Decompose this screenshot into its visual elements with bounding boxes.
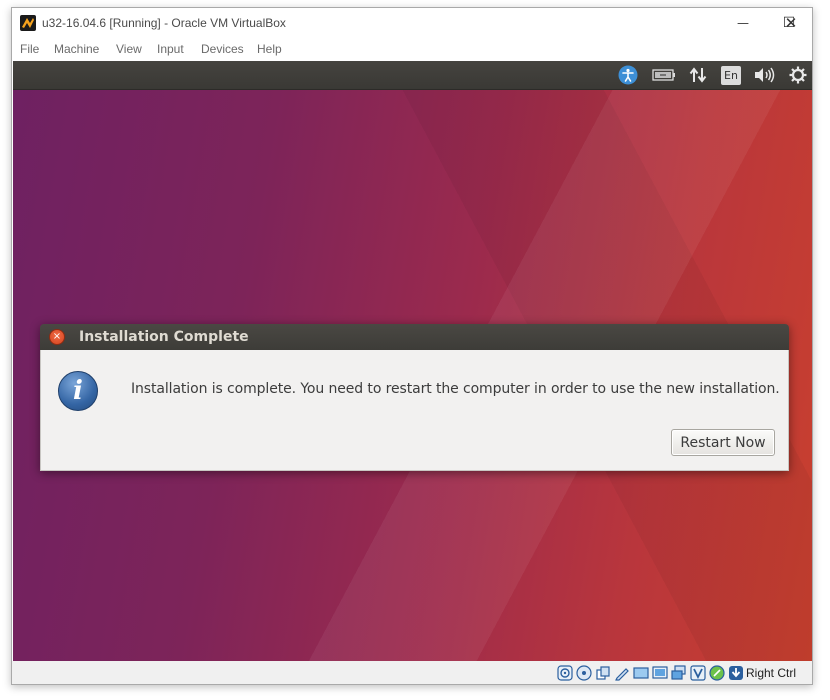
menu-bar: File Machine View Input Devices Help	[12, 39, 812, 61]
menu-input[interactable]: Input	[157, 42, 184, 56]
network-adapter-icon[interactable]	[671, 665, 687, 681]
close-button[interactable]: ✕	[768, 8, 812, 38]
guest-display[interactable]: En × Installation Complete i Installatio…	[13, 61, 812, 661]
dialog-message: Installation is complete. You need to re…	[131, 381, 780, 397]
accessibility-icon[interactable]	[618, 65, 638, 85]
minimize-icon: —	[737, 16, 749, 30]
battery-icon[interactable]	[652, 65, 676, 85]
optical-drive-icon[interactable]	[576, 665, 592, 681]
menu-file[interactable]: File	[20, 42, 39, 56]
dialog-title: Installation Complete	[79, 329, 249, 345]
network-icon[interactable]	[688, 65, 708, 85]
close-icon: ×	[52, 331, 62, 342]
menu-help[interactable]: Help	[257, 42, 282, 56]
dialog-body: i Installation is complete. You need to …	[40, 350, 789, 471]
window-title: u32-16.04.6 [Running] - Oracle VM Virtua…	[42, 16, 286, 30]
mouse-integration-icon[interactable]	[709, 665, 725, 681]
dialog-close-button[interactable]: ×	[49, 329, 65, 345]
host-key-label[interactable]: Right Ctrl	[746, 666, 796, 680]
virtualbox-window: u32-16.04.6 [Running] - Oracle VM Virtua…	[11, 7, 813, 685]
usb-icon[interactable]	[595, 665, 611, 681]
menu-devices[interactable]: Devices	[201, 42, 244, 56]
close-icon: ✕	[784, 14, 798, 32]
keyboard-layout-indicator[interactable]: En	[721, 66, 741, 85]
display-icon[interactable]	[633, 665, 649, 681]
restart-now-button[interactable]: Restart Now	[671, 429, 775, 456]
info-icon: i	[58, 371, 98, 411]
virtualization-icon[interactable]	[690, 665, 706, 681]
ubuntu-top-panel: En	[13, 61, 812, 90]
hard-disk-icon[interactable]	[557, 665, 573, 681]
menu-view[interactable]: View	[116, 42, 142, 56]
host-key-arrow-icon[interactable]	[728, 665, 744, 681]
video-capture-icon[interactable]	[652, 665, 668, 681]
title-bar[interactable]: u32-16.04.6 [Running] - Oracle VM Virtua…	[12, 8, 812, 38]
volume-icon[interactable]	[753, 65, 775, 85]
installation-complete-dialog: × Installation Complete i Installation i…	[40, 324, 789, 471]
minimize-button[interactable]: —	[720, 8, 766, 38]
menu-machine[interactable]: Machine	[54, 42, 99, 56]
settings-gear-icon[interactable]	[788, 65, 808, 85]
shared-folders-icon[interactable]	[614, 665, 630, 681]
virtualbox-app-icon	[20, 15, 36, 31]
status-bar: Right Ctrl	[12, 661, 812, 684]
dialog-header[interactable]: × Installation Complete	[40, 324, 789, 350]
